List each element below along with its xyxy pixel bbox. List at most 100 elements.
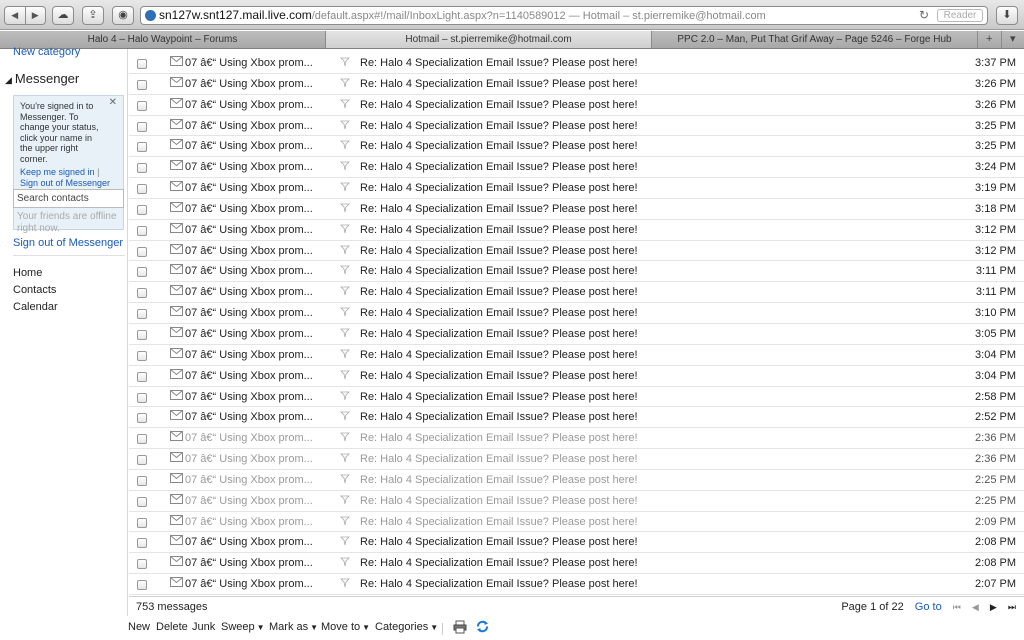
categories-button[interactable]: Categories ▼	[375, 621, 438, 633]
message-row[interactable]: 07 â€“ Using Xbox prom... Re: Halo 4 Spe…	[129, 345, 1024, 366]
message-checkbox[interactable]	[137, 350, 147, 361]
message-row[interactable]: 07 â€“ Using Xbox prom... Re: Halo 4 Spe…	[129, 53, 1024, 74]
message-row[interactable]: 07 â€“ Using Xbox prom... Re: Halo 4 Spe…	[129, 116, 1024, 137]
message-row[interactable]: 07 â€“ Using Xbox prom... Re: Halo 4 Spe…	[129, 532, 1024, 554]
message-row[interactable]: 07 â€“ Using Xbox prom... Re: Halo 4 Spe…	[129, 136, 1024, 158]
message-checkbox[interactable]	[137, 204, 147, 215]
close-icon[interactable]: ✕	[109, 97, 117, 109]
message-checkbox[interactable]	[137, 121, 147, 132]
refresh-icon[interactable]	[476, 620, 489, 633]
flag-icon[interactable]	[340, 516, 350, 526]
message-row[interactable]: 07 â€“ Using Xbox prom... Re: Halo 4 Spe…	[129, 199, 1024, 220]
reader-button[interactable]: Reader	[937, 9, 983, 22]
message-checkbox[interactable]	[137, 559, 147, 570]
message-checkbox[interactable]	[137, 538, 147, 549]
message-row[interactable]: 07 â€“ Using Xbox prom... Re: Halo 4 Spe…	[129, 74, 1024, 95]
flag-icon[interactable]	[340, 557, 350, 567]
flag-icon[interactable]	[340, 370, 350, 380]
tab-menu-button[interactable]: ▾	[1000, 31, 1024, 48]
flag-icon[interactable]	[340, 78, 350, 88]
tab-hotmail[interactable]: Hotmail – st.pierremike@hotmail.com	[326, 31, 652, 48]
sign-out-messenger-link[interactable]: Sign out of Messenger	[20, 178, 110, 188]
message-row[interactable]: 07 â€“ Using Xbox prom... Re: Halo 4 Spe…	[129, 220, 1024, 241]
flag-icon[interactable]	[340, 453, 350, 463]
junk-button[interactable]: Junk	[192, 621, 215, 633]
message-checkbox[interactable]	[137, 163, 147, 174]
message-row[interactable]: 07 â€“ Using Xbox prom... Re: Halo 4 Spe…	[129, 366, 1024, 387]
prev-page-icon[interactable]: ◀	[972, 602, 979, 613]
message-checkbox[interactable]	[137, 392, 147, 403]
nav-home[interactable]: Home	[13, 267, 42, 279]
flag-icon[interactable]	[340, 182, 350, 192]
message-checkbox[interactable]	[137, 329, 147, 340]
flag-icon[interactable]	[340, 495, 350, 505]
message-checkbox[interactable]	[137, 246, 147, 257]
message-checkbox[interactable]	[137, 184, 147, 195]
flag-icon[interactable]	[340, 265, 350, 275]
message-row[interactable]: 07 â€“ Using Xbox prom... Re: Halo 4 Spe…	[129, 470, 1024, 491]
next-page-icon[interactable]: ▶	[990, 602, 997, 613]
mark-as-button[interactable]: Mark as ▼	[269, 621, 318, 633]
sign-out-link[interactable]: Sign out of Messenger	[13, 237, 123, 249]
new-tab-button[interactable]: +	[978, 31, 1001, 48]
message-row[interactable]: 07 â€“ Using Xbox prom... Re: Halo 4 Spe…	[129, 553, 1024, 575]
icloud-icon[interactable]: ☁	[52, 6, 74, 25]
flag-icon[interactable]	[340, 57, 350, 67]
message-checkbox[interactable]	[137, 267, 147, 278]
flag-icon[interactable]	[340, 432, 350, 442]
flag-icon[interactable]	[340, 474, 350, 484]
message-checkbox[interactable]	[137, 496, 147, 507]
keep-signed-in-link[interactable]: Keep me signed in	[20, 167, 95, 177]
message-row[interactable]: 07 â€“ Using Xbox prom... Re: Halo 4 Spe…	[129, 303, 1024, 324]
address-bar[interactable]: sn127w.snt127.mail.live.com/default.aspx…	[140, 6, 988, 25]
message-checkbox[interactable]	[137, 100, 147, 111]
message-row[interactable]: 07 â€“ Using Xbox prom... Re: Halo 4 Spe…	[129, 512, 1024, 533]
message-checkbox[interactable]	[137, 309, 147, 320]
message-row[interactable]: 07 â€“ Using Xbox prom... Re: Halo 4 Spe…	[129, 449, 1024, 470]
flag-icon[interactable]	[340, 120, 350, 130]
message-row[interactable]: 07 â€“ Using Xbox prom... Re: Halo 4 Spe…	[129, 491, 1024, 512]
message-row[interactable]: 07 â€“ Using Xbox prom... Re: Halo 4 Spe…	[129, 324, 1024, 345]
first-page-icon[interactable]: ⏮	[953, 602, 961, 613]
flag-icon[interactable]	[340, 203, 350, 213]
tab-forge-hub[interactable]: PPC 2.0 – Man, Put That Grif Away – Page…	[652, 31, 978, 48]
messenger-header[interactable]: ◢ Messenger	[5, 71, 79, 86]
message-row[interactable]: 07 â€“ Using Xbox prom... Re: Halo 4 Spe…	[129, 241, 1024, 262]
goto-link[interactable]: Go to	[915, 601, 942, 613]
download-icon[interactable]: ⬇	[996, 6, 1018, 25]
flag-icon[interactable]	[340, 349, 350, 359]
search-contacts-input[interactable]: Search contacts	[13, 189, 124, 208]
move-to-button[interactable]: Move to ▼	[321, 621, 370, 633]
message-row[interactable]: 07 â€“ Using Xbox prom... Re: Halo 4 Spe…	[129, 282, 1024, 304]
flag-icon[interactable]	[340, 328, 350, 338]
new-category-link[interactable]: New category	[13, 46, 80, 58]
message-row[interactable]: 07 â€“ Using Xbox prom... Re: Halo 4 Spe…	[129, 574, 1024, 595]
message-checkbox[interactable]	[137, 288, 147, 299]
flag-icon[interactable]	[340, 411, 350, 421]
message-checkbox[interactable]	[137, 142, 147, 153]
message-row[interactable]: 07 â€“ Using Xbox prom... Re: Halo 4 Spe…	[129, 387, 1024, 408]
share-icon[interactable]: ⇪	[82, 6, 104, 25]
reload-icon[interactable]: ↻	[919, 7, 929, 24]
flag-icon[interactable]	[340, 536, 350, 546]
message-row[interactable]: 07 â€“ Using Xbox prom... Re: Halo 4 Spe…	[129, 157, 1024, 179]
flag-icon[interactable]	[340, 161, 350, 171]
message-checkbox[interactable]	[137, 580, 147, 591]
flag-icon[interactable]	[340, 307, 350, 317]
sweep-button[interactable]: Sweep ▼	[221, 621, 265, 633]
message-checkbox[interactable]	[137, 59, 147, 69]
message-checkbox[interactable]	[137, 455, 147, 466]
flag-icon[interactable]	[340, 578, 350, 588]
message-checkbox[interactable]	[137, 79, 147, 90]
message-row[interactable]: 07 â€“ Using Xbox prom... Re: Halo 4 Spe…	[129, 178, 1024, 199]
message-checkbox[interactable]	[137, 225, 147, 236]
flag-icon[interactable]	[340, 99, 350, 109]
message-checkbox[interactable]	[137, 413, 147, 424]
message-row[interactable]: 07 â€“ Using Xbox prom... Re: Halo 4 Spe…	[129, 95, 1024, 116]
message-row[interactable]: 07 â€“ Using Xbox prom... Re: Halo 4 Spe…	[129, 428, 1024, 450]
message-row[interactable]: 07 â€“ Using Xbox prom... Re: Halo 4 Spe…	[129, 407, 1024, 429]
message-checkbox[interactable]	[137, 475, 147, 486]
forward-icon[interactable]: ▶	[26, 7, 46, 24]
last-page-icon[interactable]: ⏭	[1008, 602, 1016, 613]
nav-contacts[interactable]: Contacts	[13, 284, 56, 296]
